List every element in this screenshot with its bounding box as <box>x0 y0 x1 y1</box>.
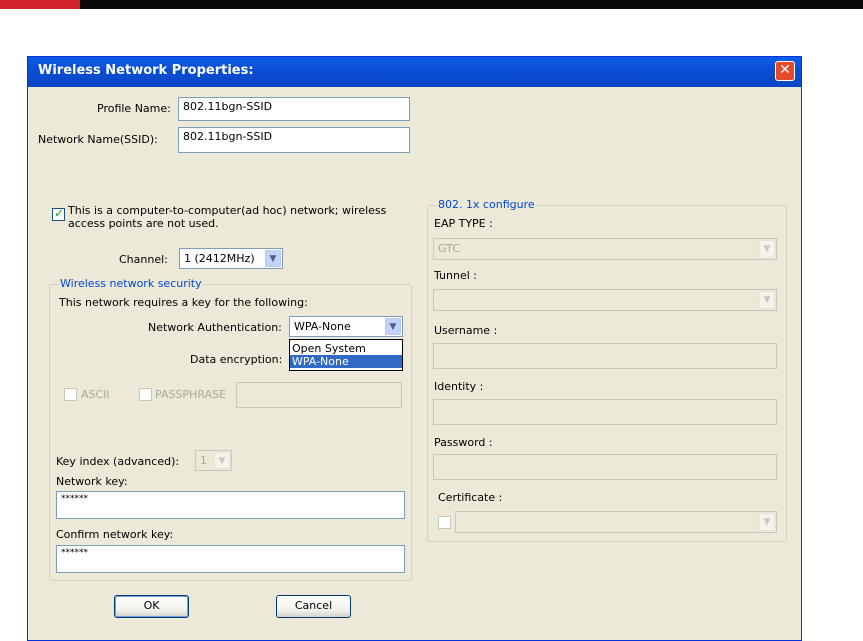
confirm-key-input[interactable]: ****** <box>56 545 405 573</box>
auth-value: WPA-None <box>294 320 351 333</box>
adhoc-label-line1: This is a computer-to-computer(ad hoc) n… <box>68 204 387 217</box>
passphrase-label: PASSPHRASE <box>155 388 226 401</box>
channel-select[interactable]: 1 (2412MHz) ▼ <box>179 248 283 269</box>
chevron-down-icon[interactable]: ▼ <box>759 240 775 258</box>
wireless-properties-dialog: Wireless Network Properties: ✕ Profile N… <box>27 56 802 641</box>
eap-group-legend: 802. 1x configure <box>436 198 537 211</box>
channel-label: Channel: <box>119 253 168 266</box>
auth-option-wpa-none[interactable]: WPA-None <box>290 355 402 368</box>
password-label: Password : <box>434 436 493 449</box>
ascii-label: ASCII <box>81 388 110 401</box>
profile-name-label: Profile Name: <box>97 102 171 115</box>
checkmark-icon: ✓ <box>54 206 65 220</box>
top-banner-accent <box>0 0 80 9</box>
title-bar[interactable]: Wireless Network Properties: ✕ <box>28 57 801 87</box>
chevron-down-icon[interactable]: ▼ <box>385 318 401 335</box>
auth-label: Network Authentication: <box>148 321 282 334</box>
username-input[interactable] <box>433 343 777 369</box>
eap-type-select[interactable]: GTC ▼ <box>433 238 777 260</box>
passphrase-input[interactable] <box>236 382 402 408</box>
auth-select[interactable]: WPA-None ▼ <box>289 316 403 337</box>
chevron-down-icon[interactable]: ▼ <box>265 250 281 267</box>
identity-input[interactable] <box>433 399 777 425</box>
key-index-label: Key index (advanced): <box>56 455 180 468</box>
eap-type-label: EAP TYPE : <box>434 217 493 230</box>
certificate-label: Certificate : <box>438 491 503 504</box>
cancel-button[interactable]: Cancel <box>276 595 351 618</box>
adhoc-checkbox[interactable]: ✓ <box>52 206 65 221</box>
tunnel-label: Tunnel : <box>434 269 477 282</box>
dialog-title: Wireless Network Properties: <box>38 63 254 78</box>
ascii-checkbox[interactable] <box>64 388 77 401</box>
key-index-value: 1 <box>200 454 207 467</box>
ssid-input[interactable]: 802.11bgn-SSID <box>178 127 410 153</box>
security-group-legend: Wireless network security <box>58 277 204 290</box>
encryption-label: Data encryption: <box>190 353 283 366</box>
channel-value: 1 (2412MHz) <box>184 252 255 265</box>
confirm-key-label: Confirm network key: <box>56 528 174 541</box>
requires-key-text: This network requires a key for the foll… <box>59 296 308 309</box>
key-index-select[interactable]: 1 ▼ <box>195 450 232 471</box>
auth-dropdown-list: Open System WPA-None <box>289 339 403 371</box>
certificate-checkbox[interactable] <box>438 516 451 529</box>
ok-button[interactable]: OK <box>114 595 189 618</box>
close-button[interactable]: ✕ <box>775 61 795 81</box>
top-banner <box>0 0 863 9</box>
adhoc-label-line2: access points are not used. <box>68 217 219 230</box>
password-input[interactable] <box>433 454 777 480</box>
username-label: Username : <box>434 324 498 337</box>
identity-label: Identity : <box>434 380 484 393</box>
passphrase-checkbox[interactable] <box>139 388 152 401</box>
certificate-select[interactable]: ▼ <box>455 511 777 533</box>
ssid-label: Network Name(SSID): <box>38 133 158 146</box>
profile-name-input[interactable]: 802.11bgn-SSID <box>178 97 410 121</box>
chevron-down-icon[interactable]: ▼ <box>214 452 230 469</box>
network-key-label: Network key: <box>56 475 128 488</box>
close-icon: ✕ <box>779 62 791 78</box>
chevron-down-icon[interactable]: ▼ <box>759 291 775 309</box>
tunnel-select[interactable]: ▼ <box>433 289 777 311</box>
chevron-down-icon[interactable]: ▼ <box>759 513 775 531</box>
eap-type-value: GTC <box>438 242 460 255</box>
auth-option-open-system[interactable]: Open System <box>290 342 402 355</box>
network-key-input[interactable]: ****** <box>56 491 405 519</box>
